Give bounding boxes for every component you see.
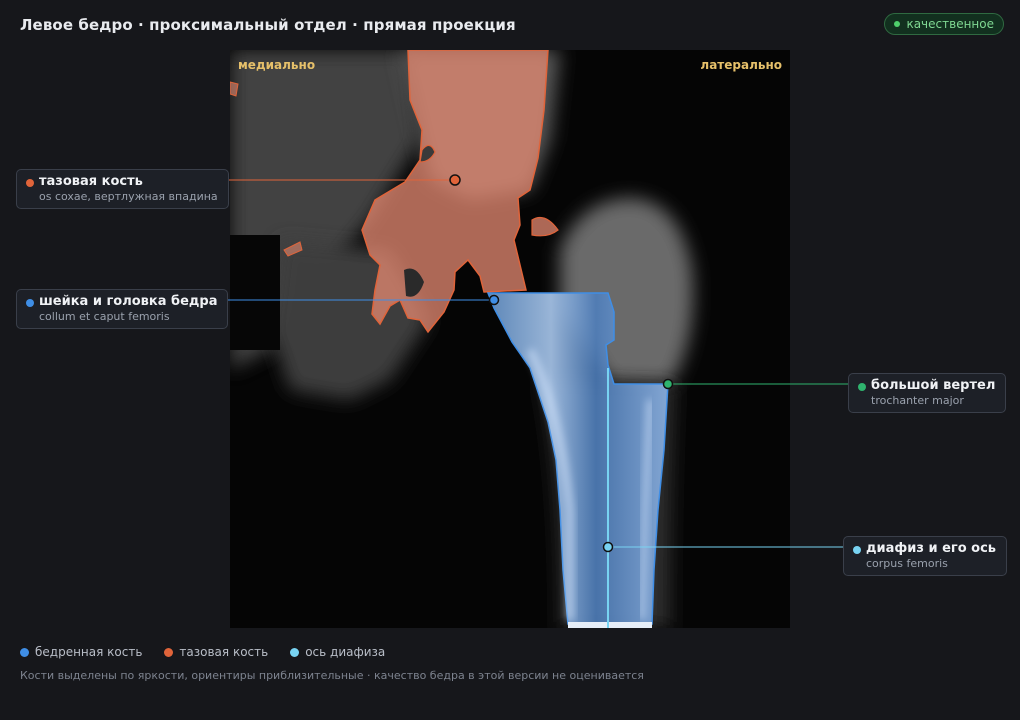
callout-trochanter[interactable]: большой вертел trochanter major	[848, 373, 1007, 413]
legend: бедренная кость тазовая кость ось диафиз…	[20, 645, 385, 659]
trochanter-dot-icon	[858, 383, 866, 391]
legend-femur-dot-icon	[20, 647, 29, 657]
status-dot-icon	[894, 21, 901, 27]
quality-badge: качественное	[884, 13, 1004, 35]
orientation-medial: медиально	[238, 58, 316, 72]
legend-pelvis-label: тазовая кость	[179, 645, 269, 659]
callout-shaft[interactable]: диафиз и его ось corpus femoris	[843, 536, 1008, 576]
xray-viewer[interactable]: медиально латерально	[230, 50, 790, 628]
legend-axis-dot-icon	[290, 647, 300, 657]
quality-badge-label: качественное	[906, 17, 994, 31]
legend-item-femur: бедренная кость	[20, 645, 142, 659]
axis-dot-icon	[853, 546, 861, 554]
legend-item-pelvis: тазовая кость	[164, 645, 268, 659]
legend-femur-label: бедренная кость	[35, 645, 143, 659]
callout-shaft-latin: corpus femoris	[866, 557, 948, 570]
pelvis-dot-icon	[26, 179, 34, 187]
xray-image	[230, 50, 790, 628]
callout-neck[interactable]: шейка и головка бедра collum et caput fe…	[16, 289, 229, 329]
callout-neck-name: шейка и головка бедра	[39, 294, 218, 309]
pelvis-fragment-edge	[230, 81, 239, 97]
page-title: Левое бедро · проксимальный отдел · прям…	[20, 16, 516, 34]
callout-shaft-name: диафиз и его ось	[866, 541, 997, 556]
legend-axis-label: ось диафиза	[305, 645, 386, 659]
callout-pelvis[interactable]: тазовая кость os coxae, вертлужная впади…	[16, 169, 229, 209]
callout-trochanter-latin: trochanter major	[871, 394, 964, 407]
femur-bottom-edge	[568, 622, 652, 628]
callout-trochanter-name: большой вертел	[871, 378, 996, 393]
footnote: Кости выделены по яркости, ориентиры при…	[20, 669, 644, 682]
femur-dot-icon	[26, 299, 34, 307]
callout-pelvis-latin: os coxae, вертлужная впадина	[39, 190, 218, 203]
callout-pelvis-name: тазовая кость	[39, 174, 143, 189]
orientation-lateral: латерально	[700, 58, 782, 72]
legend-item-axis: ось диафиза	[290, 645, 385, 659]
legend-pelvis-dot-icon	[164, 647, 174, 657]
callout-neck-latin: collum et caput femoris	[39, 310, 170, 323]
